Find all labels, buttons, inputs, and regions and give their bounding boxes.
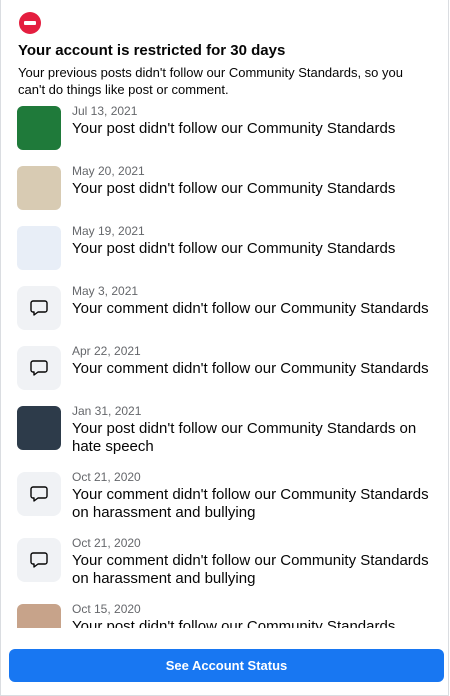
list-item-text: Oct 21, 2020 Your comment didn't follow o… (72, 536, 433, 588)
list-item[interactable]: Jan 31, 2021 Your post didn't follow our … (1, 404, 449, 456)
list-item-text: Apr 22, 2021 Your comment didn't follow o… (72, 344, 433, 378)
list-item-text: May 19, 2021 Your post didn't follow our … (72, 224, 433, 258)
speech-bubble-icon (30, 486, 48, 502)
restriction-header: Your account is restricted for 30 days Y… (1, 0, 448, 98)
post-thumbnail-image (17, 604, 61, 628)
violation-date: Oct 21, 2020 (72, 536, 141, 550)
list-item[interactable]: May 3, 2021 Your comment didn't follow ou… (1, 284, 449, 330)
restriction-title: Your account is restricted for 30 days (18, 42, 286, 59)
violation-date: May 19, 2021 (72, 224, 145, 238)
list-item-text: Oct 15, 2020 Your post didn't follow our … (72, 602, 433, 628)
see-account-status-button[interactable]: See Account Status (9, 649, 444, 682)
list-item-text: Jul 13, 2021 Your post didn't follow our … (72, 104, 433, 138)
post-thumbnail-image (17, 226, 61, 270)
violation-message: Your post didn't follow our Community St… (72, 180, 396, 197)
post-thumbnail-image (17, 166, 61, 210)
violation-message: Your post didn't follow our Community St… (72, 240, 396, 257)
comment-thumbnail (17, 472, 61, 516)
list-item-text: Jan 31, 2021 Your post didn't follow our … (72, 404, 433, 456)
violation-date: Jul 13, 2021 (72, 104, 138, 118)
restriction-subtitle: Your previous posts didn't follow our Co… (18, 65, 403, 97)
list-item-text: Oct 21, 2020 Your comment didn't follow o… (72, 470, 433, 522)
violation-message: Your comment didn't follow our Community… (72, 552, 429, 587)
no-entry-icon (19, 12, 41, 34)
violation-list[interactable]: Jul 13, 2021 Your post didn't follow our … (1, 104, 449, 628)
speech-bubble-icon (30, 360, 48, 376)
footer: See Account Status (9, 649, 444, 682)
comment-thumbnail (17, 346, 61, 390)
comment-thumbnail (17, 538, 61, 582)
list-item[interactable]: May 20, 2021 Your post didn't follow our … (1, 164, 449, 210)
list-item[interactable]: Oct 21, 2020 Your comment didn't follow o… (1, 536, 449, 588)
list-item[interactable]: Oct 21, 2020 Your comment didn't follow o… (1, 470, 449, 522)
list-item[interactable]: May 19, 2021 Your post didn't follow our … (1, 224, 449, 270)
violation-message: Your post didn't follow our Community St… (72, 120, 396, 137)
violation-date: Jan 31, 2021 (72, 404, 142, 418)
violation-date: Oct 21, 2020 (72, 470, 141, 484)
violation-message: Your post didn't follow our Community St… (72, 618, 396, 628)
violation-date: May 3, 2021 (72, 284, 139, 298)
post-thumbnail-image (17, 106, 61, 150)
list-item[interactable]: Oct 15, 2020 Your post didn't follow our … (1, 602, 449, 628)
post-thumbnail-image (17, 406, 61, 450)
violation-date: May 20, 2021 (72, 164, 145, 178)
speech-bubble-icon (30, 300, 48, 316)
violation-message: Your post didn't follow our Community St… (72, 420, 417, 455)
list-item-text: May 20, 2021 Your post didn't follow our … (72, 164, 433, 198)
violation-message: Your comment didn't follow our Community… (72, 360, 429, 377)
list-item-text: May 3, 2021 Your comment didn't follow ou… (72, 284, 433, 318)
violation-date: Apr 22, 2021 (72, 344, 141, 358)
speech-bubble-icon (30, 552, 48, 568)
violation-message: Your comment didn't follow our Community… (72, 300, 429, 317)
violation-message: Your comment didn't follow our Community… (72, 486, 429, 521)
violation-date: Oct 15, 2020 (72, 602, 141, 616)
comment-thumbnail (17, 286, 61, 330)
restriction-panel: Your account is restricted for 30 days Y… (0, 0, 449, 696)
list-item[interactable]: Apr 22, 2021 Your comment didn't follow o… (1, 344, 449, 390)
list-item[interactable]: Jul 13, 2021 Your post didn't follow our … (1, 104, 449, 150)
